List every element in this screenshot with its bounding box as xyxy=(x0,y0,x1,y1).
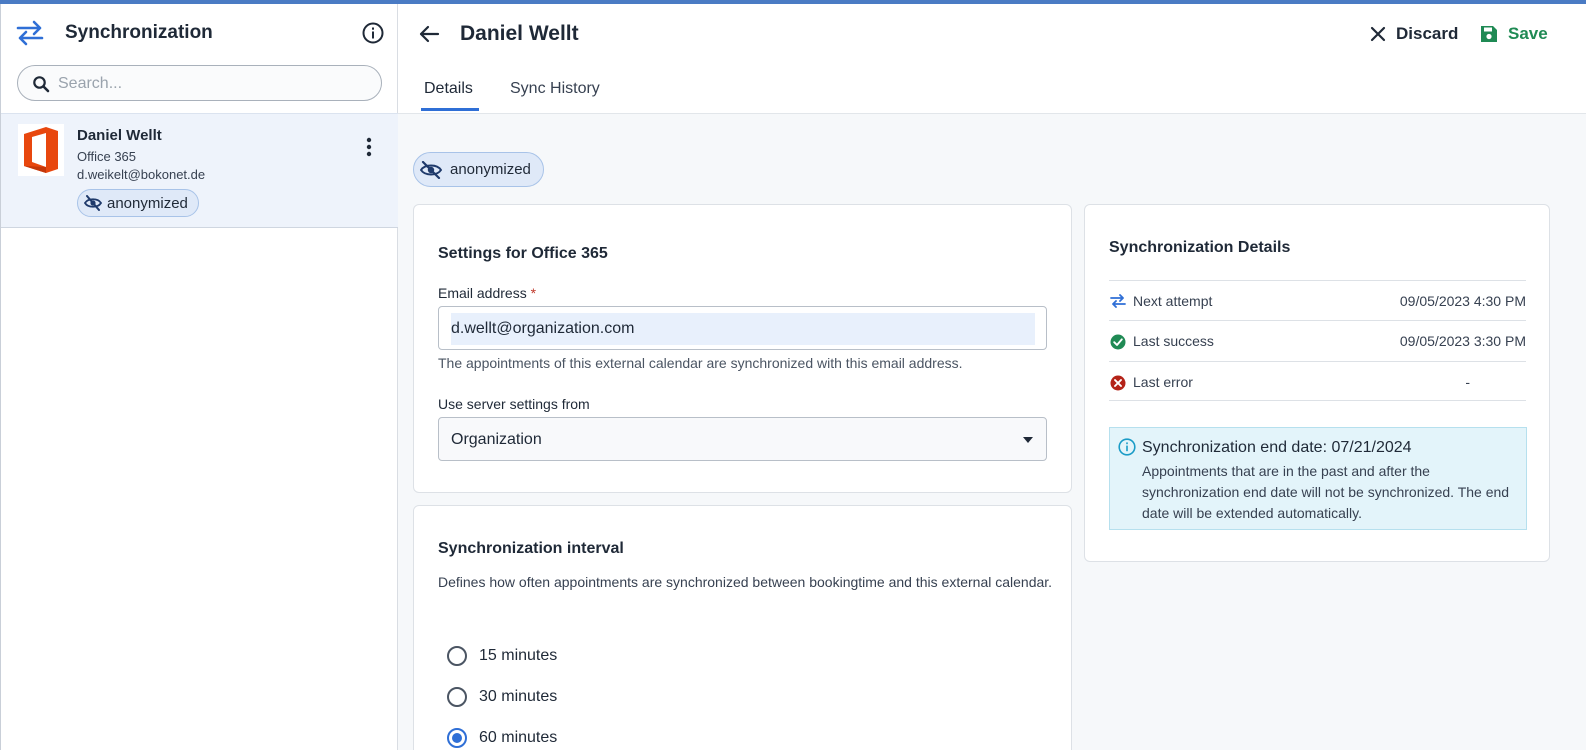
server-settings-value: Organization xyxy=(451,431,542,448)
last-success-value: 09/05/2023 3:30 PM xyxy=(1399,333,1526,349)
anonymized-badge: anonymized xyxy=(77,189,199,217)
radio-label: 15 minutes xyxy=(479,647,558,664)
eye-off-icon xyxy=(420,160,442,179)
radio-button-checked[interactable] xyxy=(447,728,467,748)
sync-details-card: Synchronization Details Next attempt 09/… xyxy=(1084,204,1550,562)
interval-description: Defines how often appointments are synch… xyxy=(438,574,1053,590)
sidebar-title: Synchronization xyxy=(65,22,213,43)
page-title: Daniel Wellt xyxy=(460,22,579,45)
sync-arrows-icon xyxy=(16,20,44,46)
next-attempt-value: 09/05/2023 4:30 PM xyxy=(1399,293,1526,309)
success-check-icon xyxy=(1110,334,1126,350)
active-tab-indicator xyxy=(421,108,479,111)
save-label: Save xyxy=(1508,24,1548,43)
save-button[interactable]: Save xyxy=(1480,20,1548,48)
sync-arrows-icon xyxy=(1110,294,1126,308)
server-settings-label: Use server settings from xyxy=(438,396,590,412)
last-error-label: Last error xyxy=(1133,374,1193,390)
radio-label: 30 minutes xyxy=(479,688,558,705)
error-x-icon xyxy=(1110,375,1126,391)
radio-30-minutes[interactable]: 30 minutes xyxy=(447,685,557,709)
account-type: Office 365 xyxy=(77,149,137,164)
email-field[interactable] xyxy=(451,313,1035,345)
sidebar-header: Synchronization xyxy=(1,4,398,62)
next-attempt-label: Next attempt xyxy=(1133,293,1213,309)
chevron-down-icon xyxy=(1023,437,1033,443)
email-field-label: Email address * xyxy=(438,285,536,301)
email-help-text: The appointments of this external calend… xyxy=(438,355,963,371)
tab-sync-history[interactable]: Sync History xyxy=(510,80,600,98)
notice-body: Appointments that are in the past and af… xyxy=(1142,463,1510,521)
interval-card-title: Synchronization interval xyxy=(438,540,624,557)
detail-header: Daniel Wellt Discard Save Details Sync H… xyxy=(398,4,1586,114)
server-settings-select[interactable]: Organization xyxy=(438,417,1047,461)
info-icon[interactable] xyxy=(362,22,384,44)
office-365-logo-icon xyxy=(18,124,64,176)
discard-button[interactable]: Discard xyxy=(1370,20,1458,48)
sidebar: Synchronization Daniel Wellt Office 365 … xyxy=(0,4,398,750)
next-attempt-row: Next attempt 09/05/2023 4:30 PM xyxy=(1109,280,1526,320)
end-date-notice: Synchronization end date: 07/21/2024 App… xyxy=(1109,427,1527,530)
account-email: d.weikelt@bokonet.de xyxy=(77,167,206,182)
notice-title: Synchronization end date: 07/21/2024 xyxy=(1142,439,1412,456)
settings-card: Settings for Office 365 Email address * … xyxy=(413,204,1072,493)
required-asterisk: * xyxy=(530,285,537,301)
account-name: Daniel Wellt xyxy=(77,127,162,144)
anonymized-badge: anonymized xyxy=(413,152,544,187)
last-error-row: Last error - xyxy=(1109,361,1526,401)
radio-button[interactable] xyxy=(447,687,467,707)
search-icon xyxy=(33,76,50,93)
sync-details-title: Synchronization Details xyxy=(1109,239,1291,256)
email-label-text: Email address xyxy=(438,285,527,301)
interval-card: Synchronization interval Defines how oft… xyxy=(413,505,1072,750)
account-list-item[interactable]: Daniel Wellt Office 365 d.weikelt@bokone… xyxy=(1,113,398,228)
last-error-value: - xyxy=(1465,374,1470,390)
back-arrow-icon[interactable] xyxy=(418,23,440,45)
radio-15-minutes[interactable]: 15 minutes xyxy=(447,644,557,668)
radio-label: 60 minutes xyxy=(479,729,558,746)
settings-card-title: Settings for Office 365 xyxy=(438,245,608,262)
badge-label: anonymized xyxy=(450,161,531,178)
discard-label: Discard xyxy=(1396,24,1459,43)
save-floppy-icon xyxy=(1481,26,1497,42)
badge-label: anonymized xyxy=(107,194,188,212)
search-box xyxy=(17,65,382,101)
email-field-box xyxy=(438,306,1047,350)
last-success-row: Last success 09/05/2023 3:30 PM xyxy=(1109,320,1526,360)
eye-off-icon xyxy=(84,195,102,211)
last-success-label: Last success xyxy=(1133,333,1214,349)
info-icon xyxy=(1118,438,1136,456)
radio-button[interactable] xyxy=(447,646,467,666)
tab-details[interactable]: Details xyxy=(424,80,473,98)
search-input[interactable] xyxy=(58,72,368,96)
close-icon xyxy=(1370,26,1386,42)
more-options-icon[interactable] xyxy=(362,136,376,158)
radio-60-minutes[interactable]: 60 minutes xyxy=(447,726,557,750)
